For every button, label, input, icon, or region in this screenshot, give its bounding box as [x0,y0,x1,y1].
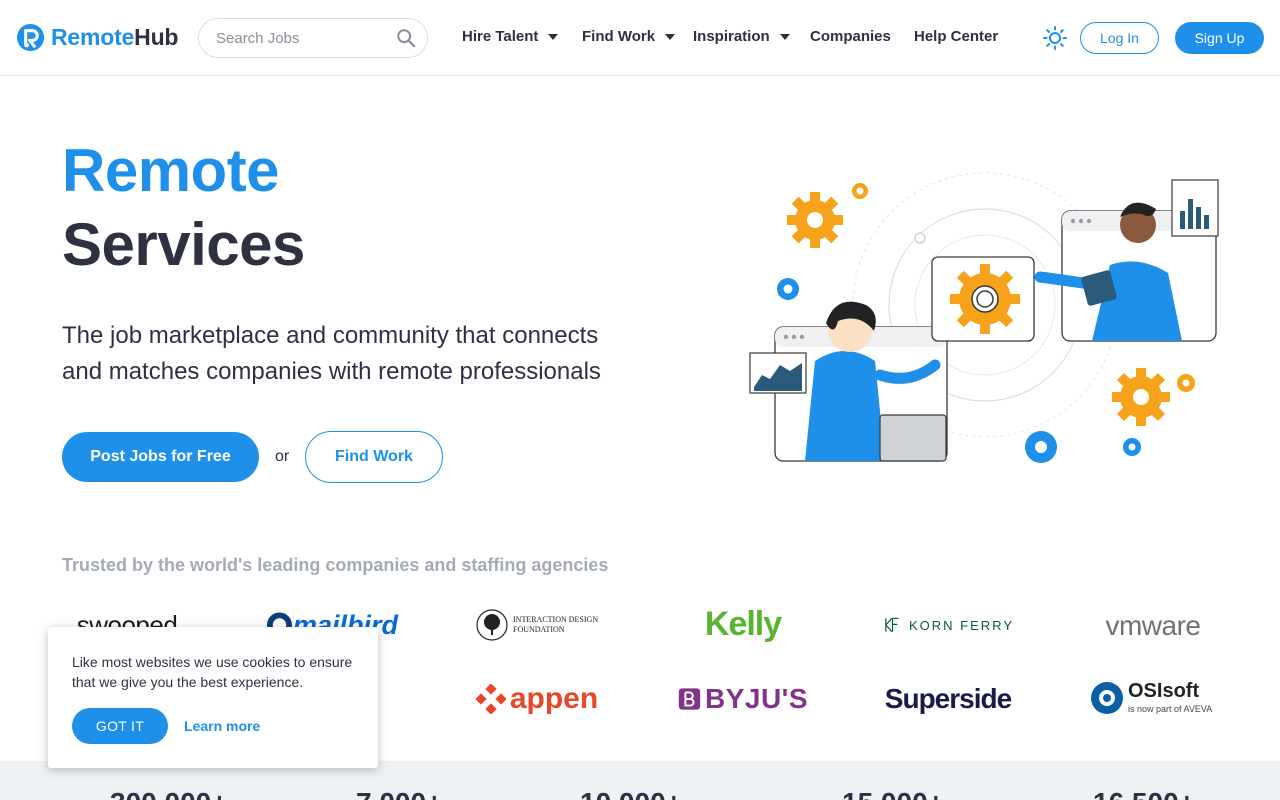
chevron-down-icon [548,33,559,40]
cookie-message: Like most websites we use cookies to ens… [72,654,353,690]
remotehub-logo-icon [16,23,45,52]
hero-illustration [749,172,1219,463]
stat-value: 16,500+ [1093,787,1195,800]
korn-ferry-icon [885,617,899,633]
stat-value: 10,000+ [580,787,682,800]
search-input[interactable] [216,29,386,47]
or-text: or [275,448,290,465]
nav-label: Find Work [582,28,656,45]
interaction-design-foundation-logo: INTERACTION DESIGN FOUNDATION [474,608,600,642]
site-header: RemoteHub Hire Talent Find Work Inspirat… [0,0,1280,76]
appen-logo: appen [472,680,602,718]
nav-find-work[interactable]: Find Work [582,28,676,45]
signup-button[interactable]: Sign Up [1175,22,1264,54]
hero-title-line2: Services [62,211,305,278]
search-icon[interactable] [395,27,417,49]
brand-name: RemoteHub [51,24,179,50]
nav-hire-talent[interactable]: Hire Talent [462,28,559,45]
chevron-down-icon [779,33,790,40]
superside-logo: Superside [884,683,1012,714]
got-it-button[interactable]: GOT IT [72,708,168,744]
chevron-down-icon [665,33,676,40]
nav-label: Hire Talent [462,28,539,45]
byjus-icon [678,688,701,710]
osisoft-icon [1091,682,1123,714]
nav-label: Help Center [914,28,999,45]
osisoft-logo: OSIsoft is now part of AVEVA [1090,678,1218,718]
nav-label: Companies [810,28,891,45]
nav-label: Inspiration [693,28,770,45]
nav-inspiration[interactable]: Inspiration [693,28,790,45]
nav-companies[interactable]: Companies [810,28,891,45]
appen-icon [475,684,506,714]
byjus-logo: BYJU'S [678,682,808,716]
tree-icon [476,609,508,641]
stat-value: 7,000+ [356,787,442,800]
sun-icon[interactable] [1042,25,1068,51]
post-jobs-button[interactable]: Post Jobs for Free [62,432,259,482]
nav-help-center[interactable]: Help Center [914,28,998,45]
hero-subtitle: The job marketplace and community that c… [62,322,601,385]
vmware-logo: vmware [1105,610,1201,641]
hero-title: Remote Services [62,134,305,282]
find-work-button[interactable]: Find Work [305,431,443,483]
kelly-logo: Kelly [704,604,782,643]
hero-title-line1: Remote [62,137,280,204]
stat-value: 15,000+ [842,787,944,800]
learn-more-link[interactable]: Learn more [184,718,260,734]
stat-value: 300,000+ [110,787,228,800]
korn-ferry-logo: KORN FERRY [884,611,1014,639]
brand-logo[interactable]: RemoteHub [16,23,178,52]
search-box[interactable] [198,18,428,58]
cookie-banner: Like most websites we use cookies to ens… [48,627,378,768]
osisoft-wordmark: OSIsoft is now part of AVEVA [1128,680,1213,714]
login-button[interactable]: Log In [1080,22,1159,54]
trusted-heading: Trusted by the world's leading companies… [62,555,609,575]
